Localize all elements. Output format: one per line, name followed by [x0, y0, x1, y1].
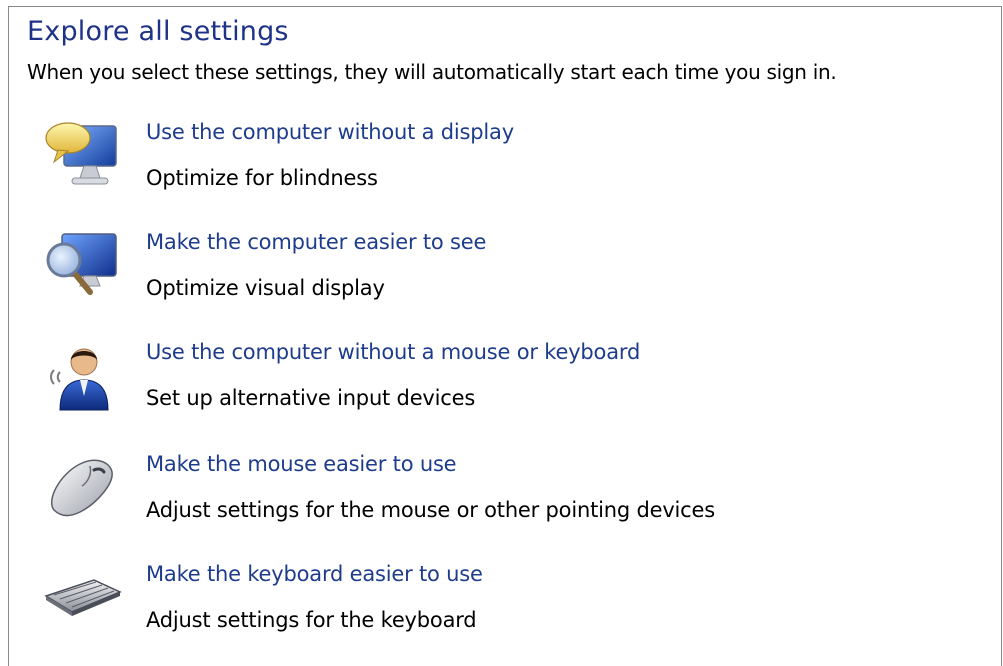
- keyboard-link[interactable]: Make the keyboard easier to use: [146, 562, 483, 586]
- keyboard-icon[interactable]: [40, 562, 124, 634]
- narrator-monitor-icon[interactable]: [40, 120, 124, 192]
- intro-text: When you select these settings, they wil…: [27, 60, 837, 84]
- keyboard-desc: Adjust settings for the keyboard: [146, 608, 477, 632]
- mouse-link[interactable]: Make the mouse easier to use: [146, 452, 457, 476]
- person-icon[interactable]: [40, 340, 124, 412]
- no-display-link[interactable]: Use the computer without a display: [146, 120, 514, 144]
- page-title: Explore all settings: [27, 16, 289, 47]
- settings-item-no-display: Use the computer without a display Optim…: [40, 120, 980, 212]
- no-mouse-keyboard-link[interactable]: Use the computer without a mouse or keyb…: [146, 340, 640, 364]
- easier-to-see-desc: Optimize visual display: [146, 276, 385, 300]
- magnifier-monitor-icon[interactable]: [40, 230, 124, 302]
- settings-item-no-mouse-keyboard: Use the computer without a mouse or keyb…: [40, 340, 980, 432]
- no-display-desc: Optimize for blindness: [146, 166, 378, 190]
- mouse-icon[interactable]: [40, 452, 124, 524]
- easier-to-see-link[interactable]: Make the computer easier to see: [146, 230, 486, 254]
- settings-item-keyboard: Make the keyboard easier to use Adjust s…: [40, 562, 980, 654]
- no-mouse-keyboard-desc: Set up alternative input devices: [146, 386, 476, 410]
- settings-item-easier-to-see: Make the computer easier to see Optimize…: [40, 230, 980, 322]
- settings-item-mouse: Make the mouse easier to use Adjust sett…: [40, 452, 980, 544]
- mouse-desc: Adjust settings for the mouse or other p…: [146, 498, 715, 522]
